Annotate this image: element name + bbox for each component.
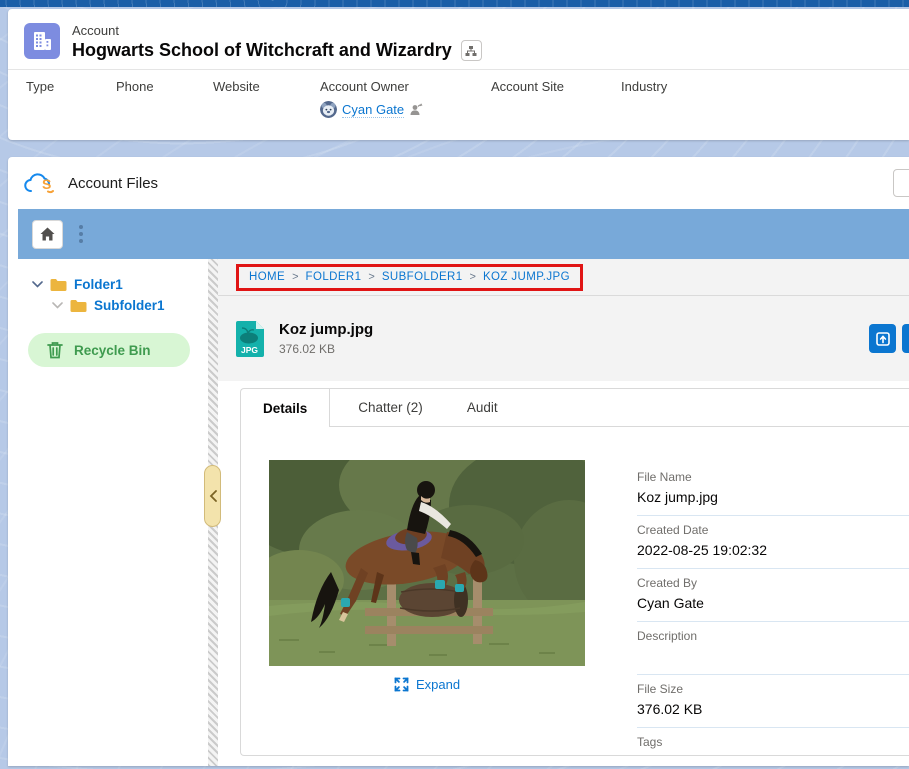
trash-icon xyxy=(47,341,63,359)
record-type-label: Account xyxy=(72,23,482,38)
open-in-window-icon xyxy=(876,332,890,346)
account-files-card: S Account Files Folder1 xyxy=(8,157,909,766)
expand-icon xyxy=(394,677,409,692)
breadcrumb-subfolder1[interactable]: SUBFOLDER1 xyxy=(382,271,463,283)
page-title: Hogwarts School of Witchcraft and Wizard… xyxy=(72,40,452,61)
folder-icon xyxy=(50,278,67,291)
breadcrumb-home[interactable]: HOME xyxy=(249,271,285,283)
hierarchy-icon xyxy=(465,45,477,57)
section-action-button[interactable] xyxy=(893,169,909,197)
view-hierarchy-button[interactable] xyxy=(461,40,482,61)
breadcrumb-separator: > xyxy=(470,271,476,283)
section-title: Account Files xyxy=(68,175,158,192)
folder-tree-sidebar: Folder1 Subfolder1 Recycle Bin xyxy=(8,259,208,766)
field-label-type: Type xyxy=(26,79,116,94)
detail-row-created-by: Created By Cyan Gate xyxy=(637,569,909,622)
building-icon xyxy=(31,30,53,52)
account-record-icon xyxy=(24,23,60,59)
chevron-left-icon xyxy=(209,490,217,502)
recycle-bin-button[interactable]: Recycle Bin xyxy=(28,333,190,367)
open-file-button[interactable] xyxy=(869,324,896,353)
jpg-file-icon: JPG xyxy=(236,321,264,357)
owner-link[interactable]: Cyan Gate xyxy=(342,102,404,118)
breadcrumb-file[interactable]: KOZ JUMP.JPG xyxy=(483,271,570,283)
home-icon xyxy=(40,227,55,241)
file-detail-content: Details Chatter (2) Audit xyxy=(218,381,909,766)
file-size: 376.02 KB xyxy=(279,342,373,356)
tab-chatter[interactable]: Chatter (2) xyxy=(336,389,445,426)
svg-text:S: S xyxy=(42,176,51,192)
breadcrumb-separator: > xyxy=(368,271,374,283)
global-header-strip xyxy=(0,0,909,7)
highlights-panel: Type Phone Website Account Owner Cy xyxy=(8,70,909,140)
file-detail-fields: File Name Koz jump.jpg Created Date 2022… xyxy=(637,463,909,766)
folder-label: Folder1 xyxy=(74,277,123,292)
sidebar-item-folder1[interactable]: Folder1 xyxy=(8,274,208,295)
annotation-red-box: HOME > FOLDER1 > SUBFOLDER1 > KOZ JUMP.J… xyxy=(236,264,583,291)
expand-link[interactable]: Expand xyxy=(269,677,585,692)
svg-text:JPG: JPG xyxy=(241,345,258,355)
file-title: Koz jump.jpg xyxy=(279,321,373,338)
detail-row-description: Description xyxy=(637,622,909,675)
chevron-down-icon xyxy=(32,281,43,288)
detail-row-created-date: Created Date 2022-08-25 19:02:32 xyxy=(637,516,909,569)
field-label-website: Website xyxy=(213,79,320,94)
detail-row-tags: Tags xyxy=(637,728,909,766)
files-toolbar xyxy=(18,209,909,259)
sidebar-splitter[interactable] xyxy=(208,259,218,766)
detail-row-file-name: File Name Koz jump.jpg xyxy=(637,463,909,516)
file-header: JPG Koz jump.jpg 376.02 KB xyxy=(218,296,909,381)
file-preview-image xyxy=(269,460,585,666)
cloud-files-app-icon: S xyxy=(24,173,55,194)
breadcrumb-folder1[interactable]: FOLDER1 xyxy=(306,271,362,283)
field-label-account-owner: Account Owner xyxy=(320,79,491,94)
tab-details[interactable]: Details xyxy=(241,389,330,427)
home-button[interactable] xyxy=(32,220,63,249)
folder-icon xyxy=(70,299,87,312)
field-label-account-site: Account Site xyxy=(491,79,621,94)
field-label-industry: Industry xyxy=(621,79,909,94)
breadcrumb-bar: HOME > FOLDER1 > SUBFOLDER1 > KOZ JUMP.J… xyxy=(218,259,909,296)
toolbar-menu-button[interactable] xyxy=(75,221,87,247)
breadcrumb-separator: > xyxy=(292,271,298,283)
sidebar-item-subfolder1[interactable]: Subfolder1 xyxy=(8,295,208,316)
secondary-action-button[interactable] xyxy=(902,324,909,353)
tab-audit[interactable]: Audit xyxy=(445,389,520,426)
owner-avatar xyxy=(320,101,337,118)
field-label-phone: Phone xyxy=(116,79,213,94)
folder-label: Subfolder1 xyxy=(94,298,165,313)
detail-row-file-size: File Size 376.02 KB xyxy=(637,675,909,728)
collapse-sidebar-handle[interactable] xyxy=(204,465,221,527)
change-owner-icon[interactable] xyxy=(409,103,423,116)
recycle-bin-label: Recycle Bin xyxy=(74,343,151,358)
background-gap xyxy=(0,140,909,157)
account-header-card: Account Hogwarts School of Witchcraft an… xyxy=(8,9,909,140)
file-tabs: Details Chatter (2) Audit xyxy=(241,389,909,427)
expand-label: Expand xyxy=(416,677,460,692)
chevron-down-icon xyxy=(52,302,63,309)
